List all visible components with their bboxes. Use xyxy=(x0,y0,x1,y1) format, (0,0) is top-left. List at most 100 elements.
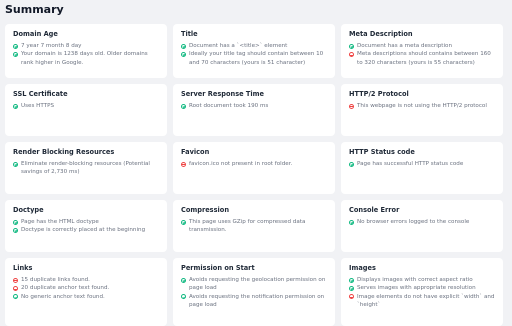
check-item-text: This page uses GZip for compressed data … xyxy=(189,219,306,234)
check-item: Document has a `<title>` element xyxy=(181,42,328,50)
check-item-text: Uses HTTPS xyxy=(21,103,55,109)
check-item: Uses HTTPS xyxy=(13,102,160,110)
check-item: Page has successful HTTP status code xyxy=(349,160,496,168)
check-circle-icon xyxy=(349,219,354,225)
minus-circle-icon xyxy=(13,285,18,291)
check-circle-icon xyxy=(13,219,18,225)
check-item: Root document took 190 ms xyxy=(181,102,328,110)
minus-circle-icon xyxy=(349,103,354,109)
card-title: Title xyxy=(181,30,198,38)
check-item: Image elements do not have explicit `wid… xyxy=(349,293,496,310)
check-circle-icon xyxy=(13,103,18,109)
card-title: Images xyxy=(349,264,376,272)
summary-grid: Domain Age 7 year 7 month 8 day Your domai… xyxy=(5,24,507,326)
check-item-text: Root document took 190 ms xyxy=(189,103,269,109)
check-circle-icon xyxy=(181,219,186,225)
check-item-text: Image elements do not have explicit `wid… xyxy=(357,293,495,309)
check-item-text: Document has a meta description xyxy=(357,43,453,49)
minus-circle-icon xyxy=(349,294,354,300)
card-render-blocking-resources: Render Blocking Resources Eliminate rende… xyxy=(5,142,167,194)
card-title: Console Error xyxy=(349,206,400,214)
check-item-text: Meta descriptions should contains betwee… xyxy=(357,51,491,66)
card-console-error: Console Error No browser errors logged to… xyxy=(341,200,503,252)
check-item: 7 year 7 month 8 day xyxy=(13,42,160,50)
check-item: favicon.ico not present in root folder. xyxy=(181,160,328,168)
check-item-text: 15 duplicate links found. xyxy=(21,277,90,283)
card-title: Doctype xyxy=(13,206,44,214)
check-item: Page has the HTML doctype xyxy=(13,218,160,226)
check-item: 15 duplicate links found. xyxy=(13,276,160,284)
check-circle-icon xyxy=(13,43,18,49)
check-item-text: Serves images with appropriate resolutio… xyxy=(357,285,476,292)
check-circle-icon xyxy=(349,43,354,49)
check-item-text: No browser errors logged to the console xyxy=(357,219,470,225)
check-item: Document has a meta description xyxy=(349,42,496,50)
check-circle-icon xyxy=(181,294,186,300)
check-item: Meta descriptions should contains betwee… xyxy=(349,50,496,67)
card-title: HTTP Status code xyxy=(349,148,415,156)
check-item-text: This webpage is not using the HTTP/2 pro… xyxy=(357,103,487,109)
card-http-status-code: HTTP Status code Page has successful HTTP… xyxy=(341,142,503,194)
check-circle-icon xyxy=(349,285,354,291)
check-circle-icon xyxy=(181,277,186,283)
check-item-text: Doctype is correctly placed at the begin… xyxy=(21,227,146,234)
check-item: This page uses GZip for compressed data … xyxy=(181,218,328,235)
check-item: This webpage is not using the HTTP/2 pro… xyxy=(349,102,496,110)
check-circle-icon xyxy=(181,103,186,109)
card-title: Meta Description xyxy=(349,30,413,38)
summary-page: Summary Domain Age 7 year 7 month 8 day Yo… xyxy=(0,0,512,326)
card-ssl-certificate: SSL Certificate Uses HTTPS xyxy=(5,84,167,136)
check-item: 20 duplicate anchor text found. xyxy=(13,284,160,292)
minus-circle-icon xyxy=(349,51,354,57)
card-title: Favicon xyxy=(181,148,210,156)
card-title: Compression xyxy=(181,206,230,214)
check-item-text: Eliminate render-blocking resources (Pot… xyxy=(21,161,150,176)
card-title: HTTP/2 Protocol xyxy=(349,90,409,98)
check-circle-icon xyxy=(349,277,354,283)
check-item-text: 7 year 7 month 8 day xyxy=(21,43,82,49)
check-item-text: Page has successful HTTP status code xyxy=(357,161,464,167)
card-title: Domain Age xyxy=(13,30,58,38)
card-compression: Compression This page uses GZip for compr… xyxy=(173,200,335,252)
check-item: Avoids requesting the notification permi… xyxy=(181,293,328,310)
card-favicon: Favicon favicon.ico not present in root f… xyxy=(173,142,335,194)
check-item-text: No generic anchor text found. xyxy=(21,293,105,300)
card-images: Images Displays images with correct aspec… xyxy=(341,258,503,326)
check-item: No browser errors logged to the console xyxy=(349,218,496,226)
check-circle-icon xyxy=(181,43,186,49)
check-item: Avoids requesting the geolocation permis… xyxy=(181,276,328,293)
card-meta-description: Meta Description Document has a meta desc… xyxy=(341,24,503,78)
page-title: Summary xyxy=(5,3,64,16)
card-title: Server Response Time xyxy=(181,90,265,98)
check-item-text: Ideally your title tag should contain be… xyxy=(189,51,324,66)
check-item: Eliminate render-blocking resources (Pot… xyxy=(13,160,160,177)
card-title: SSL Certificate xyxy=(13,90,68,98)
card-links: Links 15 duplicate links found. 20 duplica… xyxy=(5,258,167,326)
check-item: Ideally your title tag should contain be… xyxy=(181,50,328,67)
card-title: Render Blocking Resources xyxy=(13,148,115,156)
check-item-text: Displays images with correct aspect rati… xyxy=(357,277,473,283)
card-title: Title Document has a `<title>` element Ide… xyxy=(173,24,335,78)
check-circle-icon xyxy=(13,227,18,233)
check-circle-icon xyxy=(181,51,186,57)
check-circle-icon xyxy=(13,161,18,167)
check-item-text: Document has a `<title>` element xyxy=(189,43,288,49)
card-doctype: Doctype Page has the HTML doctype Doctype … xyxy=(5,200,167,252)
check-item: Doctype is correctly placed at the begin… xyxy=(13,226,160,234)
check-item-text: Avoids requesting the notification permi… xyxy=(189,293,325,309)
check-item-text: Avoids requesting the geolocation permis… xyxy=(189,277,326,292)
check-item-text: favicon.ico not present in root folder. xyxy=(189,161,293,167)
card-title: Permission on Start xyxy=(181,264,255,272)
check-item: Displays images with correct aspect rati… xyxy=(349,276,496,284)
card-permission-on-start: Permission on Start Avoids requesting the… xyxy=(173,258,335,326)
check-circle-icon xyxy=(349,161,354,167)
minus-circle-icon xyxy=(13,277,18,283)
card-http-2-protocol: HTTP/2 Protocol This webpage is not using… xyxy=(341,84,503,136)
check-item: Your domain is 1238 days old. Older doma… xyxy=(13,50,160,67)
check-item-text: 20 duplicate anchor text found. xyxy=(21,285,110,292)
check-item-text: Your domain is 1238 days old. Older doma… xyxy=(21,51,148,66)
card-domain-age: Domain Age 7 year 7 month 8 day Your domai… xyxy=(5,24,167,78)
minus-circle-icon xyxy=(181,161,186,167)
card-title: Links xyxy=(13,264,33,272)
check-item: No generic anchor text found. xyxy=(13,293,160,301)
